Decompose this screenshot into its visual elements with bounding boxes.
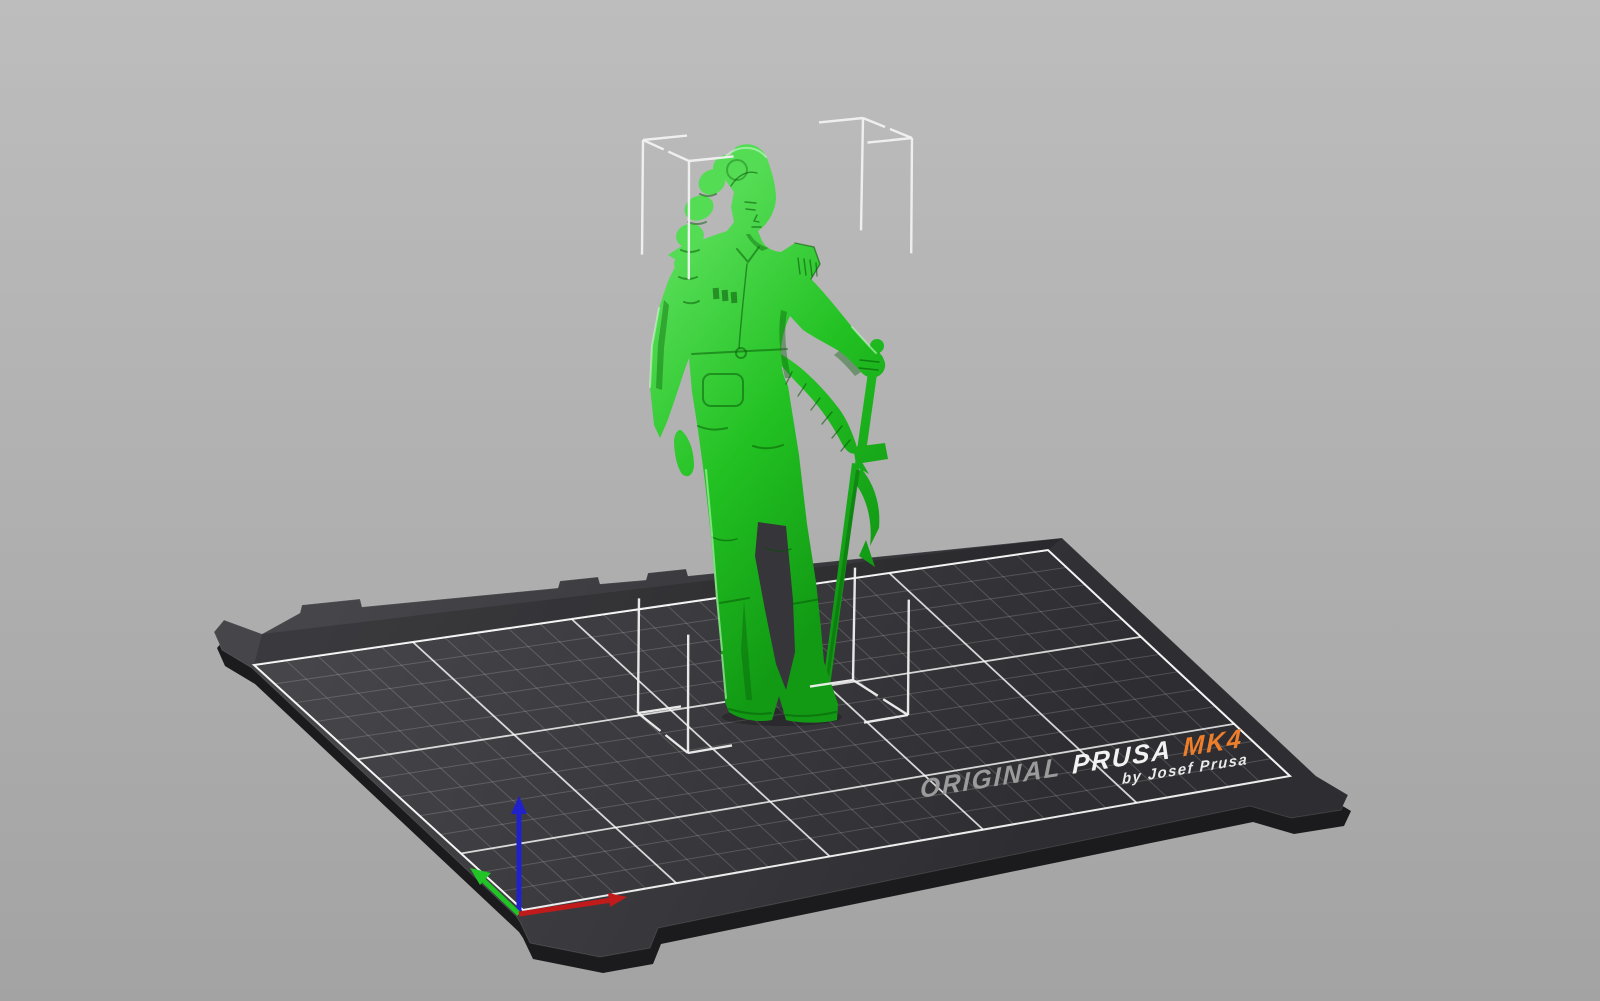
slicer-3d-viewport[interactable]: ORIGINAL PRUSA MK4 by Josef Prusa [0,0,1600,1001]
selection-bracket-line [906,599,910,716]
selection-bracket-line [640,139,645,255]
figure-right-hand [856,350,884,374]
scene-canvas[interactable]: ORIGINAL PRUSA MK4 by Josef Prusa [0,0,1600,1001]
selection-bracket-line [636,598,641,714]
selection-bracket-line [910,137,914,254]
